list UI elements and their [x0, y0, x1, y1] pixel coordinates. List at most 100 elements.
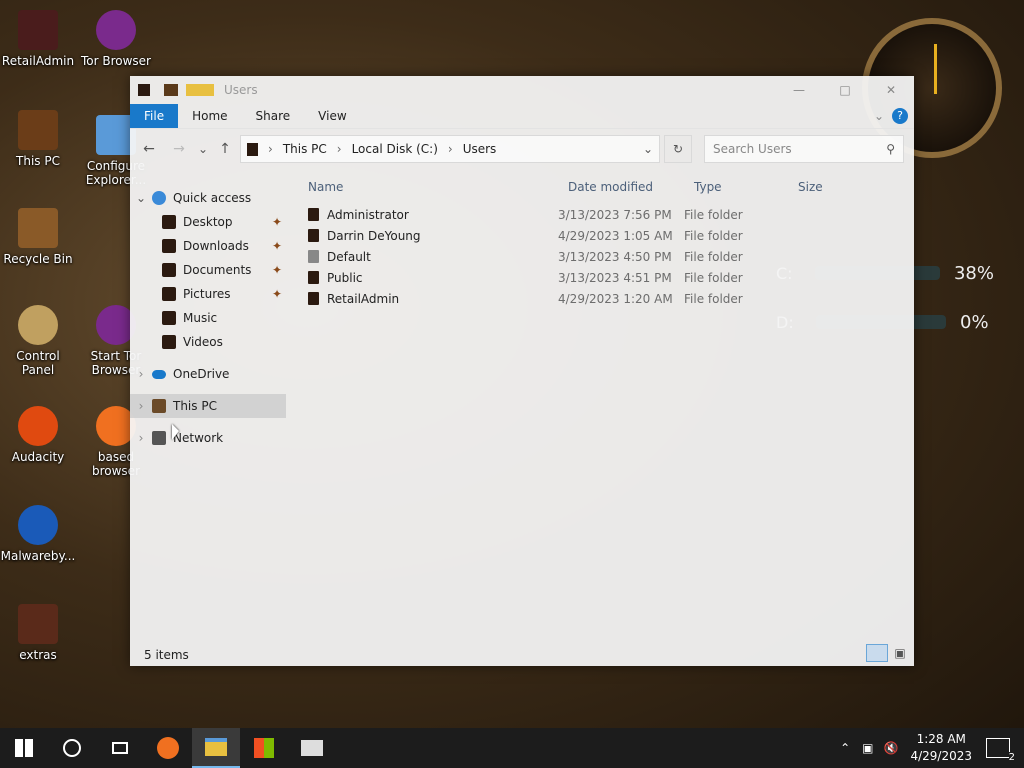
nav-onedrive[interactable]: › OneDrive — [130, 362, 290, 386]
file-date: 4/29/2023 1:05 AM — [558, 228, 673, 243]
taskbar-store[interactable] — [240, 728, 288, 768]
up-button[interactable]: ↑ — [214, 141, 236, 157]
taskbar-firefox[interactable] — [144, 728, 192, 768]
file-row[interactable]: RetailAdmin 4/29/2023 1:20 AM File folde… — [300, 288, 900, 309]
notification-button[interactable]: 2 — [986, 738, 1015, 763]
task-view-icon — [112, 742, 128, 754]
desktop-icon-malwarebytes[interactable]: Malwareby... — [0, 505, 76, 563]
quick-access-toolbar[interactable] — [164, 84, 214, 96]
clock-date: 4/29/2023 — [910, 749, 972, 763]
taskbar-mail[interactable] — [288, 728, 336, 768]
forward-button[interactable]: → — [166, 141, 192, 157]
recent-locations-icon[interactable]: ⌄ — [196, 142, 210, 156]
nav-item-videos[interactable]: Videos — [130, 330, 290, 354]
expand-ribbon-icon[interactable]: ⌄ — [874, 109, 884, 123]
tab-share[interactable]: Share — [242, 104, 305, 128]
address-dropdown-icon[interactable]: ⌄ — [643, 142, 653, 156]
taskbar-file-explorer[interactable] — [192, 728, 240, 768]
pin-icon[interactable]: ✦ — [272, 239, 282, 253]
file-row[interactable]: Public 3/13/2023 4:51 PM File folder — [300, 267, 900, 288]
column-headers: Name Date modified Type Size — [300, 176, 900, 198]
tab-home[interactable]: Home — [178, 104, 241, 128]
nav-item-music[interactable]: Music — [130, 306, 290, 330]
file-date: 3/13/2023 4:50 PM — [558, 249, 672, 264]
desktop-icon-this-pc[interactable]: This PC — [0, 110, 76, 168]
pin-icon[interactable]: ✦ — [272, 287, 282, 301]
desktop-icon-control-panel[interactable]: Control Panel — [0, 305, 76, 377]
back-button[interactable]: ← — [136, 141, 162, 157]
desktop-icon-tor-browser[interactable]: Tor Browser — [78, 10, 154, 68]
clock[interactable]: 1:28 AM 4/29/2023 — [910, 731, 972, 765]
folder-icon — [308, 271, 319, 284]
pin-icon[interactable]: ✦ — [272, 263, 282, 277]
file-type: File folder — [684, 270, 743, 285]
gauge-value: 38% — [953, 262, 994, 284]
network-icon[interactable]: ▣ — [862, 741, 873, 755]
desktop-folder-icon — [162, 215, 176, 229]
breadcrumb-this-pc[interactable]: This PC — [283, 142, 327, 156]
details-view-icon[interactable] — [866, 644, 888, 662]
folder-icon — [308, 229, 319, 242]
desktop-icon-retailadmin[interactable]: RetailAdmin — [0, 10, 76, 68]
windows-icon — [15, 739, 33, 757]
desktop-icon-audacity[interactable]: Audacity — [0, 406, 76, 464]
file-explorer-window: Users — □ ✕ File Home Share View ⌄ ? ← →… — [130, 76, 914, 666]
desktop-icon-label: Tor Browser — [80, 54, 151, 68]
breadcrumb-users[interactable]: Users — [463, 142, 497, 156]
firefox-icon — [157, 737, 179, 759]
help-icon[interactable]: ? — [892, 108, 908, 124]
address-row: ← → ⌄ ↑ › This PC › Local Disk (C:) › Us… — [130, 129, 914, 169]
column-header-date-modified[interactable]: Date modified — [568, 180, 694, 194]
breadcrumb-local-disk[interactable]: Local Disk (C:) — [352, 142, 438, 156]
chevron-right-icon: › — [138, 399, 144, 413]
column-header-type[interactable]: Type — [694, 180, 798, 194]
desktop-icon-label: RetailAdmin — [1, 54, 75, 68]
downloads-folder-icon — [162, 239, 176, 253]
nav-label: Network — [173, 431, 224, 445]
minimize-button[interactable]: — — [776, 83, 822, 97]
file-type: File folder — [684, 249, 743, 264]
navigation-pane: ⌄ Quick access Desktop ✦ Downloads ✦ Doc… — [130, 186, 290, 450]
pin-icon[interactable]: ✦ — [272, 215, 282, 229]
tab-file[interactable]: File — [130, 104, 179, 128]
task-view-button[interactable] — [96, 728, 144, 768]
search-input[interactable]: Search Users — [713, 142, 886, 156]
volume-muted-icon[interactable]: 🔇 — [884, 741, 899, 755]
ribbon-tabs: File Home Share View ⌄ ? — [130, 104, 914, 129]
search-box[interactable]: Search Users ⚲ — [704, 135, 904, 163]
chevron-down-icon: ⌄ — [135, 191, 147, 205]
network-icon — [152, 431, 166, 445]
close-button[interactable]: ✕ — [868, 83, 914, 97]
file-row[interactable]: Administrator 3/13/2023 7:56 PM File fol… — [300, 204, 900, 225]
search-button[interactable] — [48, 728, 96, 768]
address-bar[interactable]: › This PC › Local Disk (C:) › Users ⌄ — [240, 135, 660, 163]
file-row[interactable]: Darrin DeYoung 4/29/2023 1:05 AM File fo… — [300, 225, 900, 246]
desktop-icon-recycle-bin[interactable]: Recycle Bin — [0, 208, 76, 266]
documents-folder-icon — [162, 263, 176, 277]
maximize-button[interactable]: □ — [822, 83, 868, 97]
file-name: Public — [327, 270, 363, 285]
tab-view[interactable]: View — [304, 104, 360, 128]
nav-quick-access[interactable]: ⌄ Quick access — [130, 186, 290, 210]
file-row[interactable]: Default 3/13/2023 4:50 PM File folder — [300, 246, 900, 267]
chevron-up-icon[interactable]: ⌃ — [840, 741, 850, 755]
nav-network[interactable]: › Network — [130, 426, 290, 450]
large-icons-view-icon[interactable]: ▣ — [892, 646, 908, 662]
store-icon — [254, 738, 274, 758]
column-header-name[interactable]: Name — [300, 180, 568, 194]
nav-item-pictures[interactable]: Pictures ✦ — [130, 282, 290, 306]
desktop-icon-extras[interactable]: extras — [0, 604, 76, 662]
nav-item-downloads[interactable]: Downloads ✦ — [130, 234, 290, 258]
star-icon — [152, 191, 166, 205]
file-date: 3/13/2023 4:51 PM — [558, 270, 672, 285]
breadcrumb-separator-icon: › — [447, 142, 453, 156]
refresh-button[interactable]: ↻ — [664, 135, 692, 163]
nav-this-pc[interactable]: › This PC — [130, 394, 286, 418]
start-button[interactable] — [0, 728, 48, 768]
column-header-size[interactable]: Size — [798, 180, 878, 194]
folder-icon — [308, 292, 319, 305]
desktop-icon-label: Recycle Bin — [3, 252, 73, 266]
nav-item-documents[interactable]: Documents ✦ — [130, 258, 290, 282]
breadcrumb-separator-icon: › — [268, 142, 273, 156]
nav-item-desktop[interactable]: Desktop ✦ — [130, 210, 290, 234]
